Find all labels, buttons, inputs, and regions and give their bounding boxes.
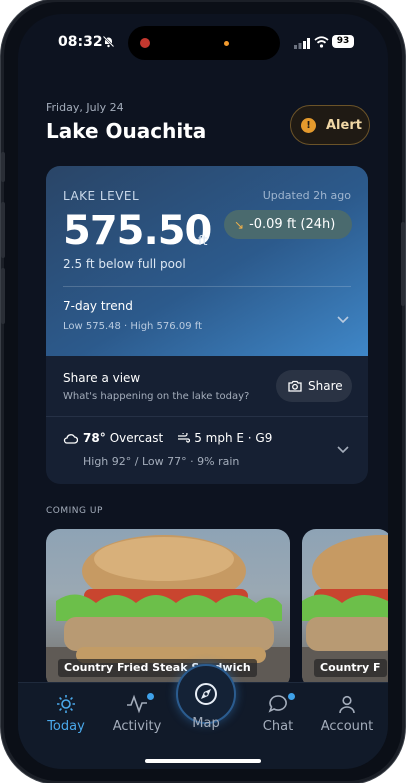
compass-icon [195,683,217,705]
notification-badge [288,693,295,700]
battery-indicator: 93 [332,35,354,48]
lake-level-value: 575.50 [63,208,212,254]
tab-label: Chat [262,719,294,734]
notification-badge [147,693,154,700]
event-card[interactable]: Country Fried Steak Sandwich [46,529,290,689]
share-button[interactable]: Share [276,370,352,402]
header-date: Friday, July 24 [46,101,124,114]
section-title-coming-up: COMING UP [46,506,103,516]
camera-icon [288,380,302,392]
trend-down-icon: ↘ [234,217,245,232]
weather-temp: 78° [83,431,106,445]
below-full-pool-text: 2.5 ft below full pool [63,257,186,271]
tab-label[interactable]: Map [176,716,236,731]
trend-title: 7-day trend [63,299,133,313]
status-bar: 08:32 93 [18,14,388,70]
trend-range: Low 575.48 · High 576.09 ft [63,321,202,332]
user-icon [339,695,355,714]
tab-account[interactable]: Account [307,693,387,734]
app-screen: 08:32 93 Friday, July 24 Lake Ouachita !… [18,14,388,769]
event-card[interactable]: Country F [302,529,388,689]
privacy-indicator [224,41,229,46]
updated-timestamp: Updated 2h ago [262,189,351,202]
signal-icon [294,38,310,49]
page-title: Lake Ouachita [46,119,207,143]
weather-condition: Overcast [109,431,164,445]
lake-level-title: LAKE LEVEL [63,189,140,203]
wifi-icon [314,36,329,48]
volume-up-button [1,202,5,258]
tab-label: Activity [112,719,162,734]
wind-info: 5 mph E · G9 [177,431,272,445]
mute-switch [1,152,5,182]
alert-button[interactable]: ! Alert [290,105,370,145]
divider [46,416,368,417]
dynamic-island [128,26,280,60]
alert-label: Alert [326,117,362,133]
tab-today[interactable]: Today [26,693,106,734]
phone-frame: 08:32 93 Friday, July 24 Lake Ouachita !… [1,2,405,781]
chevron-down-icon[interactable] [336,444,350,454]
tab-label: Account [320,719,374,734]
level-change-text: -0.09 ft (24h) [249,217,336,232]
tab-map[interactable] [176,664,236,724]
event-title: Country F [314,659,387,677]
weather-detail: High 92° / Low 77° · 9% rain [83,455,240,468]
camera-indicator [140,38,150,48]
cloud-icon [63,433,78,444]
tab-label: Today [47,719,85,734]
share-button-label: Share [308,379,343,393]
home-indicator [145,759,261,763]
sun-icon [57,695,75,713]
weather-line: 78° Overcast 5 mph E · G9 [63,431,272,445]
lake-level-panel: LAKE LEVEL Updated 2h ago 575.50 ft ↘ -0… [46,166,368,356]
bell-off-icon [102,35,115,48]
tab-chat[interactable]: Chat [238,693,318,734]
wind-icon [178,433,191,443]
alert-icon: ! [301,117,316,133]
volume-down-button [1,268,5,324]
tab-activity[interactable]: Activity [97,693,177,734]
activity-icon [127,694,147,714]
chat-icon [268,695,287,713]
chevron-down-icon[interactable] [336,314,350,324]
status-time: 08:32 [58,34,103,50]
power-button [401,222,405,306]
lake-level-unit: ft [198,234,208,249]
share-subtitle: What's happening on the lake today? [63,391,250,402]
level-change-badge: ↘ -0.09 ft (24h) [224,210,352,239]
divider [63,286,351,287]
lake-summary-card: LAKE LEVEL Updated 2h ago 575.50 ft ↘ -0… [46,166,368,484]
share-title: Share a view [63,371,141,385]
wind-text: 5 mph E · G9 [194,431,273,445]
